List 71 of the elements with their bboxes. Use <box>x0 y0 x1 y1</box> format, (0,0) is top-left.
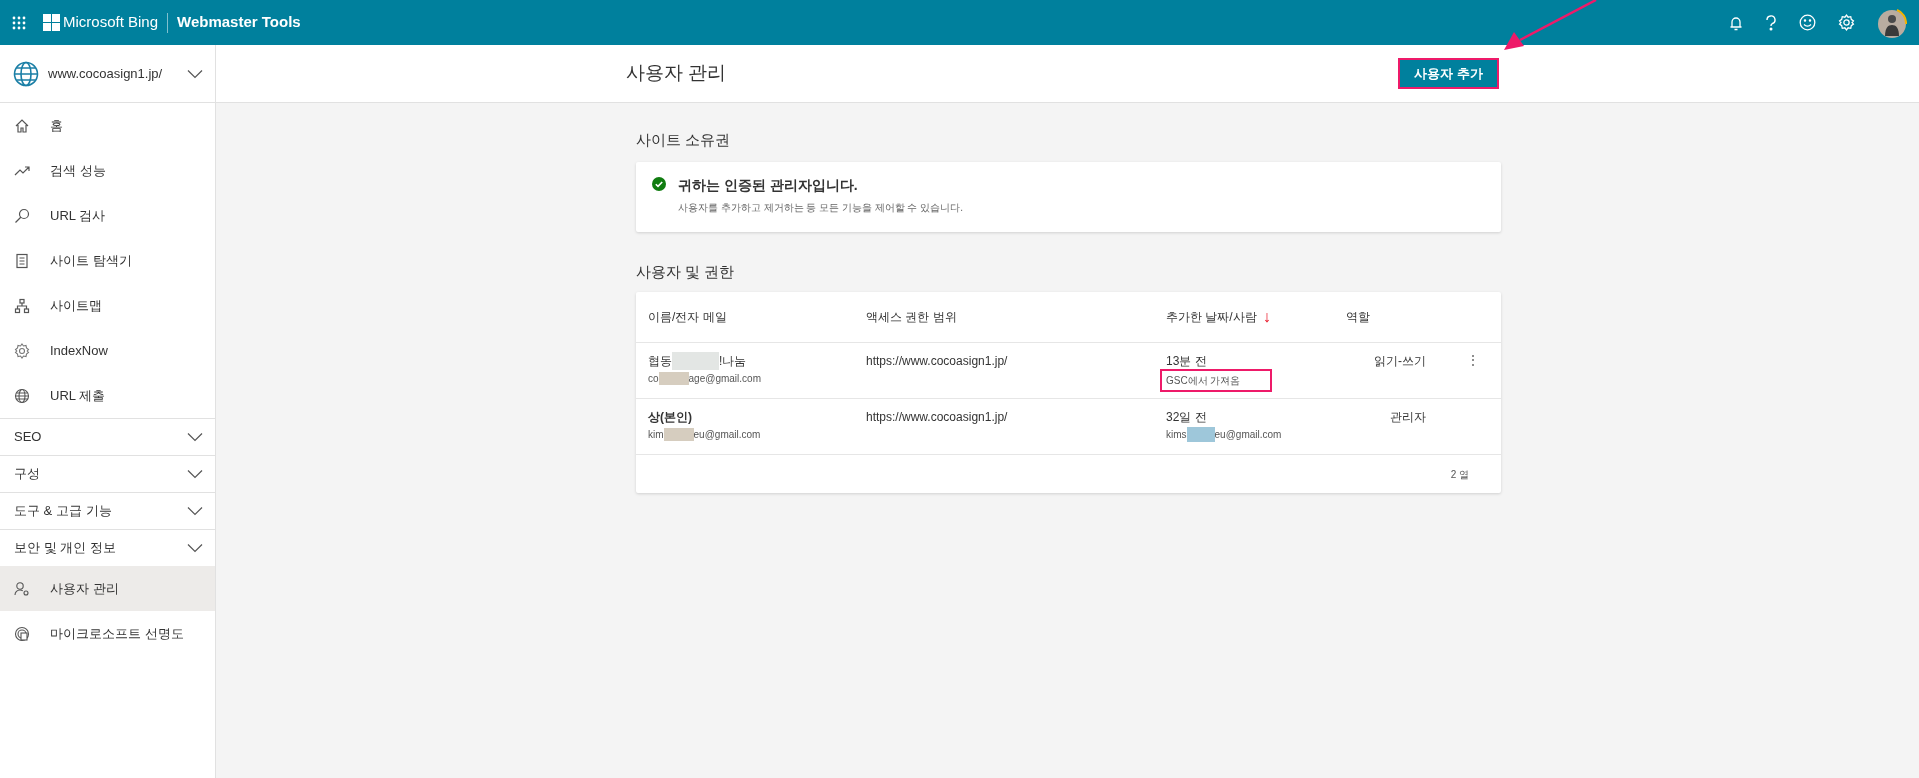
redaction-block <box>663 428 694 441</box>
section-heading: 사용자 및 권한 <box>636 261 736 282</box>
chevron-down-icon <box>187 432 203 442</box>
sidebar-item[interactable]: 사용자 관리 <box>0 566 215 611</box>
added-by-email: eu@gmail.com <box>1214 428 1282 442</box>
sidebar-item[interactable]: 홈 <box>0 103 215 148</box>
check-icon <box>652 176 666 191</box>
date-added: 32일 전 <box>1166 409 1208 426</box>
user-email: co <box>648 372 659 386</box>
sidebar-section[interactable]: 도구 & 고급 기능 <box>0 492 215 529</box>
chevron-down-icon <box>187 543 203 553</box>
site-selector[interactable]: www.cocoasign1.jp/ <box>0 45 215 103</box>
globe-icon <box>14 387 30 404</box>
product-name: Webmaster Tools <box>177 12 301 33</box>
more-options-button[interactable]: ⋮ <box>1466 353 1480 367</box>
smiley-icon[interactable] <box>1799 14 1816 31</box>
sort-arrow-icon[interactable]: ↓ <box>1262 305 1271 329</box>
row-count: 2 열 <box>1450 467 1469 482</box>
bell-icon[interactable] <box>1729 14 1743 31</box>
status-message: 귀하는 인증된 관리자입니다. <box>678 176 859 194</box>
redaction-block <box>658 372 689 385</box>
column-header: 액세스 권한 범위 <box>866 310 957 324</box>
user-name: (본인) <box>660 409 692 426</box>
sitemap-icon <box>14 297 30 314</box>
home-icon <box>14 117 30 134</box>
section-heading: 사이트 소유권 <box>636 130 732 150</box>
clarity-icon <box>14 625 30 642</box>
user-name: !나눔 <box>719 353 747 370</box>
page-title: 사용자 관리 <box>626 61 728 86</box>
site-url: www.cocoasign1.jp/ <box>48 64 164 83</box>
document-icon <box>14 252 30 269</box>
user-email: age@gmail.com <box>688 372 761 386</box>
column-header: 역할 <box>1346 310 1370 324</box>
user-email: eu@gmail.com <box>693 428 761 442</box>
search-icon <box>14 207 30 224</box>
gear-icon <box>14 342 30 359</box>
sidebar-item[interactable]: 사이트맵 <box>0 283 215 328</box>
column-header: 이름/전자 메일 <box>648 310 727 324</box>
access-scope: https://www.cocoasign1.jp/ <box>866 354 1008 368</box>
sidebar-item[interactable]: 검색 성능 <box>0 148 215 193</box>
chevron-down-icon <box>187 469 203 479</box>
redaction-block <box>1186 427 1215 442</box>
redaction-block <box>672 352 719 370</box>
sidebar-section[interactable]: 구성 <box>0 455 215 492</box>
globe-icon <box>13 60 39 87</box>
user-name: 상 <box>648 409 660 426</box>
brand-name: Microsoft Bing <box>63 12 159 33</box>
help-icon[interactable] <box>1765 14 1777 31</box>
windows-logo-icon <box>43 14 60 31</box>
sidebar-section[interactable]: SEO <box>0 418 215 455</box>
sidebar-item[interactable]: 사이트 탐색기 <box>0 238 215 283</box>
user-role: 읽기-쓰기 <box>1374 354 1426 368</box>
date-added: 13분 전 <box>1166 353 1208 370</box>
user-settings-icon <box>14 580 30 597</box>
settings-icon[interactable] <box>1838 14 1855 31</box>
user-name: 협동 <box>648 353 672 370</box>
chevron-down-icon <box>187 506 203 516</box>
added-by-email: kims <box>1166 428 1187 442</box>
chevron-down-icon <box>187 68 203 79</box>
app-launcher-icon[interactable] <box>12 15 26 30</box>
user-email: kim <box>648 428 664 442</box>
sidebar-item[interactable]: URL 제출 <box>0 373 215 418</box>
access-scope: https://www.cocoasign1.jp/ <box>866 410 1008 424</box>
sidebar-item[interactable]: URL 검사 <box>0 193 215 238</box>
sidebar-item[interactable]: IndexNow <box>0 328 215 373</box>
sidebar-item[interactable]: 마이크로소프트 선명도 <box>0 611 215 656</box>
status-detail: 사용자를 추가하고 제거하는 등 모든 기능을 제어할 수 있습니다. <box>678 200 963 215</box>
avatar-icon[interactable] <box>1877 6 1907 39</box>
column-header[interactable]: 추가한 날짜/사람 <box>1166 308 1257 326</box>
add-user-button[interactable]: 사용자 추가 <box>1400 60 1497 87</box>
user-role: 관리자 <box>1390 410 1426 424</box>
